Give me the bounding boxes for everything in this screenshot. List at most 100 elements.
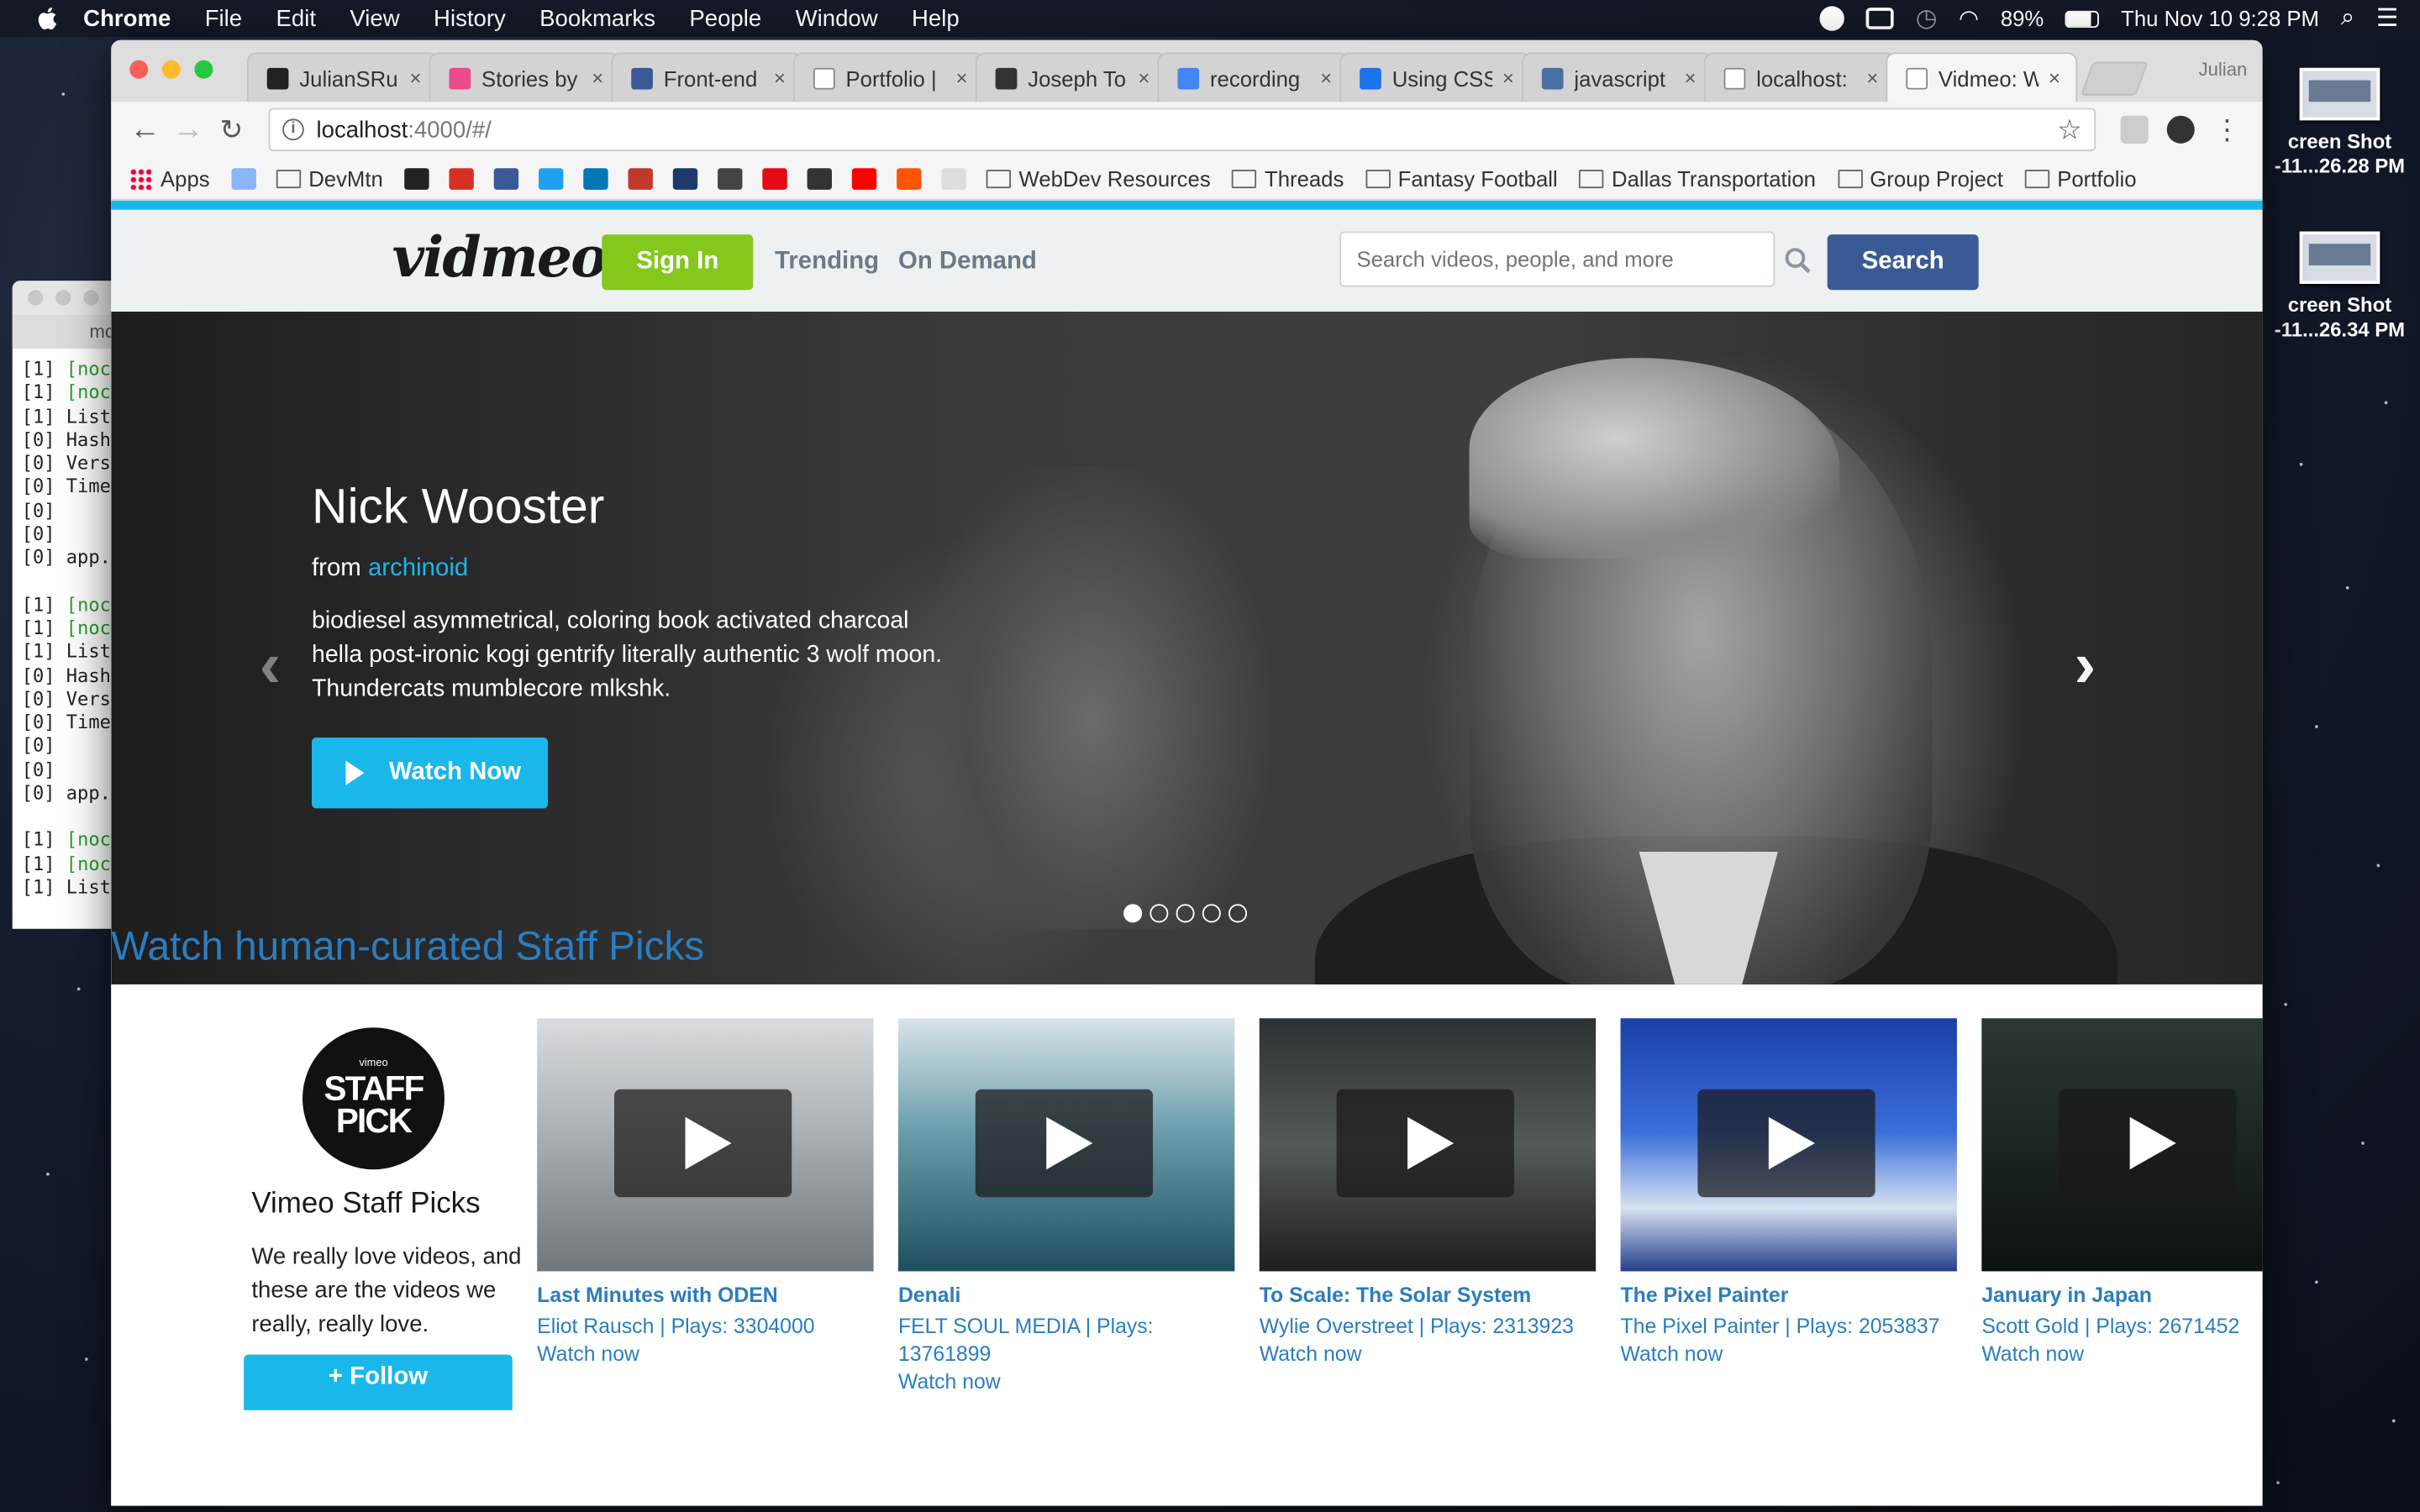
watch-now-link[interactable]: Watch now (1621, 1342, 1957, 1366)
bookmark-item[interactable] (897, 167, 929, 189)
tab-close-icon[interactable]: × (409, 66, 421, 90)
menu-view[interactable]: View (350, 5, 399, 31)
browser-tab[interactable]: JulianSRu × (246, 52, 439, 102)
apple-icon[interactable] (34, 5, 61, 33)
close-window-button[interactable] (129, 60, 149, 79)
menu-people[interactable]: People (689, 5, 761, 31)
play-icon[interactable] (1336, 1089, 1514, 1198)
tab-close-icon[interactable]: × (1138, 66, 1150, 90)
extension-panda-icon[interactable] (2166, 115, 2195, 144)
video-meta[interactable]: Scott Gold | Plays: 2671452 (1981, 1313, 2262, 1341)
profile-name[interactable]: Julian (2199, 59, 2248, 81)
video-card[interactable]: Last Minutes with ODEN Eliot Rausch | Pla… (537, 1018, 874, 1365)
video-title[interactable]: Last Minutes with ODEN (537, 1284, 873, 1307)
tab-close-icon[interactable]: × (1502, 66, 1514, 90)
airplay-icon[interactable] (1865, 8, 1894, 29)
browser-tab[interactable]: Front-end × (611, 52, 803, 102)
watch-now-button[interactable]: Watch Now (312, 737, 549, 809)
bookmark-item[interactable] (941, 167, 975, 189)
menu-history[interactable]: History (434, 5, 506, 31)
carousel-dot[interactable] (1123, 904, 1143, 923)
bookmark-item[interactable]: Group Project (1837, 165, 2003, 191)
search-input[interactable] (1339, 231, 1776, 287)
browser-tab[interactable]: javascript × (1521, 52, 1713, 102)
video-title[interactable]: The Pixel Painter (1621, 1284, 1957, 1307)
site-logo[interactable]: vidmeo (392, 225, 608, 290)
battery-icon[interactable] (2065, 9, 2100, 28)
clock[interactable]: Thu Nov 10 9:28 PM (2121, 6, 2319, 30)
carousel-next-icon[interactable]: › (2075, 628, 2096, 702)
tab-close-icon[interactable]: × (774, 66, 786, 90)
menu-help[interactable]: Help (912, 5, 960, 31)
time-machine-icon[interactable]: ◷ (1916, 3, 1938, 34)
bookmark-item[interactable] (539, 167, 571, 189)
menu-edit[interactable]: Edit (276, 5, 316, 31)
spotlight-search-icon[interactable]: ⌕ (2341, 5, 2354, 33)
watch-now-link[interactable]: Watch now (1260, 1342, 1596, 1366)
video-thumbnail[interactable] (897, 1018, 1235, 1272)
forward-button[interactable]: → (166, 112, 209, 147)
nav-trending[interactable]: Trending (775, 249, 879, 276)
search-button[interactable]: Search (1827, 234, 1979, 291)
bookmark-item[interactable] (762, 167, 796, 189)
bookmark-item[interactable] (807, 167, 840, 189)
carousel-dot[interactable] (1202, 904, 1221, 923)
video-thumbnail[interactable] (1259, 1018, 1597, 1272)
bookmark-item[interactable] (673, 167, 706, 189)
desktop-file-screenshot-1[interactable]: creen Shot -11...26.28 PM (2263, 67, 2417, 178)
chrome-menu-icon[interactable]: ⋮ (2213, 113, 2241, 146)
menu-window[interactable]: Window (796, 5, 878, 31)
video-title[interactable]: January in Japan (1981, 1284, 2262, 1307)
video-card[interactable]: The Pixel Painter The Pixel Painter | Pla… (1620, 1018, 1957, 1366)
carousel-prev-icon[interactable]: ‹ (260, 628, 281, 702)
zoom-window-button[interactable] (194, 60, 213, 79)
sign-in-button[interactable]: Sign In (602, 234, 754, 291)
browser-tab[interactable]: Using CSS × (1339, 52, 1532, 102)
video-title[interactable]: To Scale: The Solar System (1260, 1284, 1596, 1307)
tab-close-icon[interactable]: × (956, 66, 968, 90)
bookmark-item[interactable] (404, 167, 438, 189)
minimize-window-button[interactable] (161, 60, 181, 79)
video-card[interactable]: To Scale: The Solar System Wylie Overstre… (1259, 1018, 1597, 1366)
browser-tab[interactable]: recording × (1157, 52, 1349, 102)
tab-close-icon[interactable]: × (2049, 66, 2060, 90)
carousel-dot[interactable] (1150, 904, 1169, 923)
tab-close-icon[interactable]: × (592, 66, 603, 90)
search-icon[interactable] (1784, 247, 1812, 275)
tab-close-icon[interactable]: × (1685, 66, 1697, 90)
address-bar[interactable]: i localhost:4000/#/ ☆ (268, 108, 2096, 151)
bookmark-item[interactable]: Portfolio (2024, 165, 2137, 191)
bookmark-item[interactable] (718, 167, 750, 189)
reload-button[interactable]: ↻ (210, 113, 253, 146)
video-meta[interactable]: The Pixel Painter | Plays: 2053837 (1621, 1313, 1957, 1341)
bookmark-item[interactable]: Dallas Transportation (1579, 165, 1816, 191)
extension-icon[interactable] (2120, 115, 2149, 144)
bookmark-item[interactable]: Apps (129, 165, 210, 191)
browser-tab[interactable]: Vidmeo: W × (1886, 52, 2078, 102)
browser-tab[interactable]: Portfolio | × (793, 52, 985, 102)
status-app-icon[interactable] (1819, 6, 1845, 31)
browser-tab[interactable]: Stories by × (429, 52, 621, 102)
browser-tab[interactable]: localhost: × (1703, 52, 1896, 102)
channel-name[interactable]: Vimeo Staff Picks (251, 1188, 480, 1221)
new-tab-button[interactable] (2080, 61, 2149, 96)
play-icon[interactable] (614, 1089, 792, 1198)
notification-center-icon[interactable]: ☰ (2376, 3, 2398, 34)
video-title[interactable]: Denali (898, 1284, 1234, 1307)
bookmark-item[interactable] (494, 167, 527, 189)
play-icon[interactable] (1697, 1089, 1876, 1198)
carousel-dot[interactable] (1176, 904, 1195, 923)
video-card[interactable]: January in Japan Scott Gold | Plays: 2671… (1981, 1018, 2263, 1366)
video-meta[interactable]: Eliot Rausch | Plays: 3304000 (537, 1313, 873, 1341)
video-thumbnail[interactable] (1981, 1018, 2263, 1272)
watch-now-link[interactable]: Watch now (1981, 1342, 2262, 1366)
watch-now-link[interactable]: Watch now (898, 1370, 1234, 1394)
video-card[interactable]: Denali FELT SOUL MEDIA | Plays: 13761899 W… (897, 1018, 1235, 1394)
hero-user-link[interactable]: archinoid (368, 555, 468, 581)
bookmark-item[interactable]: Threads (1232, 165, 1344, 191)
bookmark-item[interactable]: DevMtn (276, 165, 383, 191)
browser-tab[interactable]: Joseph To × (975, 52, 1167, 102)
play-icon[interactable] (975, 1089, 1154, 1198)
bookmark-item[interactable]: Fantasy Football (1365, 165, 1558, 191)
bookmark-star-icon[interactable]: ☆ (2057, 113, 2082, 146)
